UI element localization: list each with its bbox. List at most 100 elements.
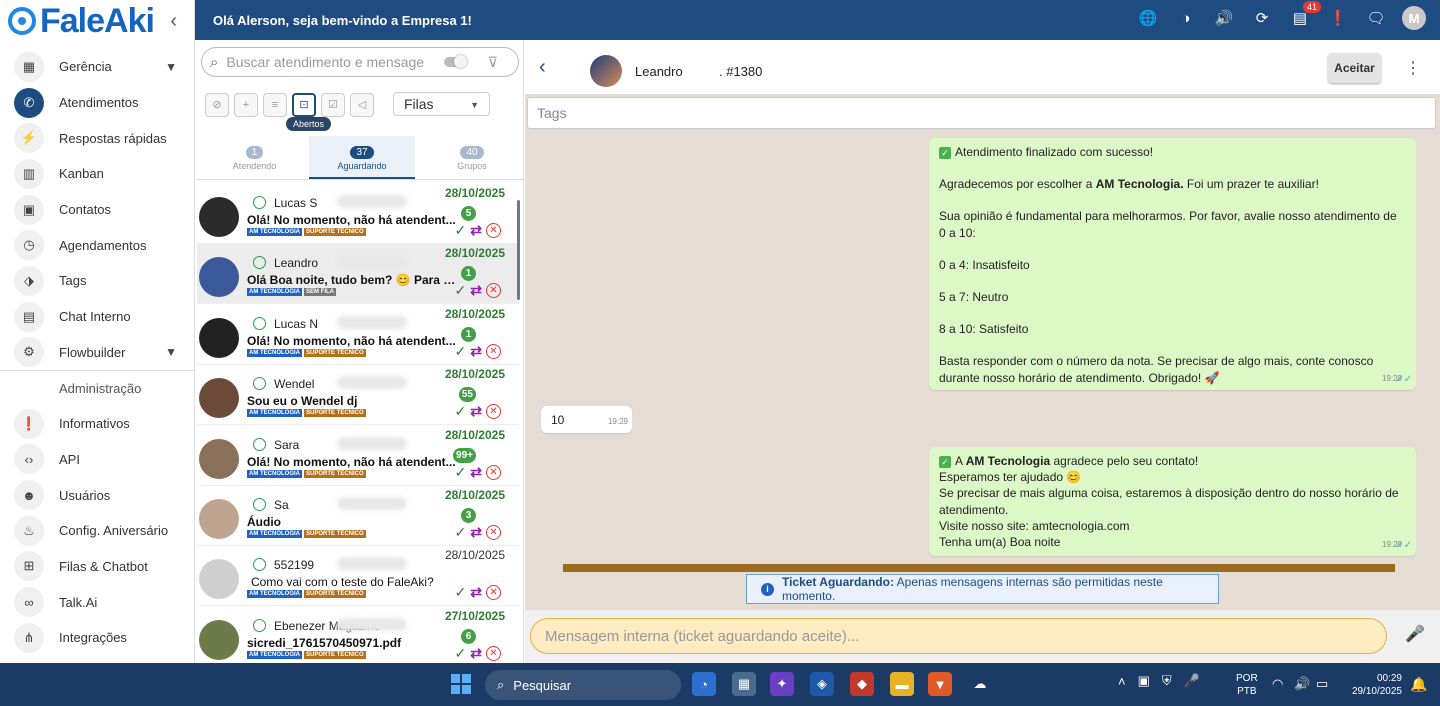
- sidebar-item-respostas-rapidas[interactable]: ⚡ Respostas rápidas: [0, 120, 194, 156]
- announcement-icon[interactable]: ❗: [1326, 6, 1350, 30]
- message-input[interactable]: Mensagem interna (ticket aguardando acei…: [530, 618, 1387, 654]
- transfer-icon[interactable]: ⇄: [470, 343, 482, 360]
- add-icon[interactable]: +: [234, 92, 258, 117]
- ticket-row[interactable]: Sa Áudio AM TECNOLOGIA SUPORTE TÉCNICO 28/10…: [197, 486, 519, 546]
- search-bar[interactable]: ⌕ Buscar atendimento e mensage ⊽: [201, 47, 519, 77]
- ticket-row[interactable]: Sara Olá! No momento, não há atendent... A…: [197, 426, 519, 486]
- language-indicator[interactable]: POR PTB: [1236, 672, 1258, 698]
- transfer-icon[interactable]: ⇄: [470, 524, 482, 541]
- close-icon[interactable]: ✕: [486, 343, 501, 359]
- sidebar-item-atendimentos[interactable]: ✆ Atendimentos: [0, 85, 194, 121]
- sidebar-item-usuarios[interactable]: ☻ Usuários: [0, 477, 194, 513]
- transfer-icon[interactable]: ⇄: [470, 645, 482, 662]
- microphone-icon[interactable]: 🎤: [1405, 624, 1425, 644]
- filter-off-icon[interactable]: ⊽: [488, 54, 498, 71]
- ticket-row[interactable]: Lucas S Olá! No momento, não há atendent.…: [197, 184, 519, 244]
- close-icon[interactable]: ✕: [486, 585, 501, 601]
- hide-icon[interactable]: ⊘: [205, 92, 229, 117]
- search-input[interactable]: Buscar atendimento e mensage: [226, 54, 424, 70]
- language-globe-icon[interactable]: 🌐: [1136, 6, 1160, 30]
- transfer-icon[interactable]: ⇄: [470, 584, 482, 601]
- ticket-row[interactable]: Lucas N Olá! No momento, não há atendent.…: [197, 305, 519, 365]
- collapse-sidebar-icon[interactable]: ‹: [170, 10, 177, 33]
- sidebar-item-informativos[interactable]: ❗ Informativos: [0, 406, 194, 442]
- clock[interactable]: 00:29 29/10/2025: [1342, 672, 1402, 698]
- check-box-icon[interactable]: ☑: [321, 92, 345, 117]
- accept-check-icon[interactable]: ✓: [455, 584, 467, 601]
- file-explorer-icon[interactable]: ▬: [890, 672, 914, 696]
- sidebar-item-chat-interno[interactable]: ▤ Chat Interno: [0, 299, 194, 335]
- accept-check-icon[interactable]: ✓: [455, 464, 467, 481]
- chevron-down-icon[interactable]: ▼: [165, 345, 177, 359]
- sidebar-item-config-aniversario[interactable]: ♨ Config. Aniversário: [0, 513, 194, 549]
- close-icon[interactable]: ✕: [486, 404, 501, 420]
- notification-bell-icon[interactable]: 🔔: [1410, 676, 1427, 693]
- battery-icon[interactable]: ▭: [1316, 676, 1328, 692]
- back-arrow-icon[interactable]: ‹: [539, 56, 546, 79]
- sidebar-item-tags[interactable]: ⬗ Tags: [0, 263, 194, 299]
- chevron-down-icon[interactable]: ▼: [165, 60, 177, 74]
- accept-check-icon[interactable]: ✓: [455, 282, 467, 299]
- tab-aguardando[interactable]: 37 Aguardando: [309, 136, 415, 179]
- notifications-icon[interactable]: ▤ 41: [1288, 1, 1321, 30]
- sidebar-item-flowbuilder[interactable]: ⚙ Flowbuilder ▼: [0, 335, 194, 371]
- tags-input[interactable]: Tags: [527, 97, 1436, 129]
- edge-icon[interactable]: ◔: [692, 672, 716, 696]
- close-icon[interactable]: ✕: [486, 283, 501, 299]
- refresh-icon[interactable]: ⟳: [1250, 6, 1274, 30]
- shield-icon[interactable]: ⛨: [1162, 673, 1172, 689]
- close-icon[interactable]: ✕: [486, 223, 501, 238]
- transfer-icon[interactable]: ⇄: [470, 403, 482, 420]
- sidebar-item-talk-ai[interactable]: ∞ Talk.Ai: [0, 584, 194, 620]
- accept-check-icon[interactable]: ✓: [455, 343, 467, 360]
- ticket-row[interactable]: 552199 Como vai com o teste do FaleAki? AM…: [197, 546, 519, 607]
- transfer-icon[interactable]: ⇄: [470, 222, 482, 239]
- ticket-list-scrollbar[interactable]: [517, 200, 520, 300]
- calculator-icon[interactable]: ▦: [732, 672, 756, 696]
- search-toggle[interactable]: [444, 55, 467, 68]
- sidebar-item-filas-chatbot[interactable]: ⊞ Filas & Chatbot: [0, 549, 194, 585]
- sidebar-item-api[interactable]: ‹› API: [0, 442, 194, 478]
- monitor-icon[interactable]: ▣: [1138, 673, 1150, 689]
- transfer-icon[interactable]: ⇄: [470, 464, 482, 481]
- vpn-icon[interactable]: ◈: [810, 672, 834, 696]
- close-icon[interactable]: ✕: [486, 645, 501, 661]
- volume-icon[interactable]: 🔊: [1294, 676, 1310, 692]
- more-options-icon[interactable]: ⋮: [1405, 58, 1421, 78]
- ticket-row[interactable]: Wendel Sou eu o Wendel dj AM TECNOLOGIA SUP…: [197, 365, 519, 426]
- network-share-icon[interactable]: ☁: [968, 672, 992, 696]
- sidebar-item-gerencia[interactable]: ▦ Gerência ▼: [0, 49, 194, 85]
- sidebar-item-kanban[interactable]: ▥ Kanban: [0, 156, 194, 192]
- accept-check-icon[interactable]: ✓: [455, 403, 467, 420]
- sidebar-item-integracoes[interactable]: ⋔ Integrações: [0, 620, 194, 656]
- sidebar-item-contatos[interactable]: ▣ Contatos: [0, 192, 194, 228]
- tab-atendendo[interactable]: 1 Atendendo: [217, 136, 292, 179]
- accept-check-icon[interactable]: ✓: [455, 645, 467, 662]
- dev-tool-icon[interactable]: ◆: [850, 672, 874, 696]
- sidebar-item-agendamentos[interactable]: ◷ Agendamentos: [0, 227, 194, 263]
- chevron-up-icon[interactable]: ˄: [1118, 674, 1126, 689]
- user-avatar[interactable]: M: [1402, 6, 1426, 30]
- close-icon[interactable]: ✕: [486, 464, 501, 480]
- copilot-icon[interactable]: ✦: [770, 672, 794, 696]
- checklist-icon[interactable]: ≡: [263, 92, 287, 117]
- chat-bubbles-icon[interactable]: 🗨: [1364, 6, 1388, 30]
- accept-button[interactable]: Aceitar: [1328, 53, 1381, 83]
- ticket-row[interactable]: Leandro Olá Boa noite, tudo bem? 😊 Para q…: [197, 244, 519, 305]
- ticket-row[interactable]: Ebenezer Magazine sicredi_1761570450971.p…: [197, 607, 519, 663]
- tab-grupos[interactable]: 40 Grupos: [437, 136, 507, 179]
- wifi-icon[interactable]: ◠: [1272, 676, 1283, 692]
- volume-icon[interactable]: 🔊: [1212, 6, 1236, 30]
- windows-start-icon[interactable]: [451, 674, 471, 694]
- accept-check-icon[interactable]: ✓: [455, 524, 467, 541]
- microphone-icon[interactable]: 🎤: [1184, 673, 1200, 689]
- brave-browser-icon[interactable]: ▼: [928, 672, 952, 696]
- inbox-open-icon[interactable]: ⊡: [292, 92, 316, 117]
- snooze-icon[interactable]: ◁: [350, 92, 374, 117]
- filas-select[interactable]: Filas ▼: [393, 92, 490, 116]
- taskbar-search[interactable]: ⌕ Pesquisar: [485, 670, 681, 700]
- transfer-icon[interactable]: ⇄: [470, 282, 482, 299]
- accept-check-icon[interactable]: ✓: [455, 222, 467, 239]
- close-icon[interactable]: ✕: [486, 525, 501, 540]
- theme-toggle-icon[interactable]: ◑: [1174, 6, 1198, 30]
